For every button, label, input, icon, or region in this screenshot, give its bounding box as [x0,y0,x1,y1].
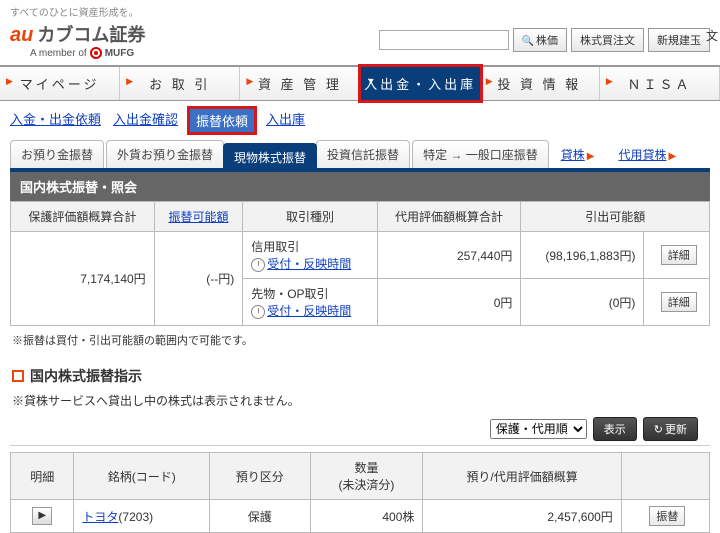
price-button[interactable]: 株価 [513,28,567,52]
stock-link[interactable]: トヨタ [82,510,118,524]
note-2: ※貸株サービスへ貸出し中の株式は表示されません。 [0,388,720,413]
cell-shinyou: 信用取引 受付・反映時間 [243,232,378,279]
tab-trade[interactable]: お 取 引 [120,67,240,100]
th-hikidashi: 引出可能額 [521,202,710,232]
cell-qty: 400株 [310,500,423,533]
transfer-button[interactable]: 振替 [649,506,685,526]
th2-azukari: 預り区分 [210,453,311,500]
tab-lending[interactable]: 貸株▶ [551,141,607,168]
section-title-1: 国内株式振替・照会 [10,172,710,201]
logo-au: au [10,24,33,47]
th-daiyou: 代用評価額概算合計 [377,202,521,232]
th-type: 取引種別 [243,202,378,232]
refresh-button[interactable]: 更新 [643,417,698,441]
cell-hikidashi-2: (0円) [521,279,644,326]
square-icon [12,370,24,382]
subnav-confirm[interactable]: 入出金確認 [113,109,178,132]
tab-nisa[interactable]: ＮＩＳＡ [600,67,720,100]
detail-button-1[interactable]: 詳細 [661,245,697,265]
instructions-table: 明細 銘柄(コード) 預り区分 数量(未決済分) 預り/代用評価額概算 ▶ トヨ… [10,452,710,533]
logo-brand: カブコム証券 [37,21,145,47]
main-nav: マイページ お 取 引 資 産 管 理 入出金・入出庫 投 資 情 報 ＮＩＳＡ [0,67,720,101]
mufg-icon [90,47,102,59]
new-position-button[interactable]: 新規建玉 [648,28,710,52]
trail-char: 文 [706,27,718,44]
cell-val: 2,457,600円 [423,500,621,533]
cell-azukari: 保護 [210,500,311,533]
cell-kanou: (--円) [154,232,243,326]
tab-specific[interactable]: 特定 → 一般口座振替 [412,140,549,168]
cell-stock: トヨタ(7203) [74,500,210,533]
sort-select[interactable]: 保護・代用順 [490,419,587,439]
clock-icon [251,258,265,272]
inner-tabs: お預り金振替 外貨お預り金振替 現物株式振替 投資信託振替 特定 → 一般口座振… [0,140,720,168]
th-kanou: 振替可能額 [154,202,243,232]
cell-sakimono: 先物・OP取引 受付・反映時間 [243,279,378,326]
logo-member: A member of MUFG [10,47,145,59]
chevron-right-icon: ▶ [666,151,678,162]
tab-spot-stock[interactable]: 現物株式振替 [223,143,317,171]
logo: au カブコム証券 A member of MUFG [10,21,145,59]
show-button[interactable]: 表示 [593,417,637,441]
link-time-2[interactable]: 受付・反映時間 [267,304,351,318]
subnav-transfer[interactable]: 振替依頼 [187,106,257,135]
note-1: ※振替は買付・引出可能額の範囲内で可能です。 [0,326,720,354]
summary-table: 保護評価額概算合計 振替可能額 取引種別 代用評価額概算合計 引出可能額 7,1… [10,201,710,326]
cell-sakimono-val: 0円 [377,279,521,326]
subnav-inout[interactable]: 入出庫 [266,109,305,132]
expand-button[interactable]: ▶ [32,507,52,525]
section-title-2: 国内株式振替指示 [0,354,720,388]
header: au カブコム証券 A member of MUFG 株価 株式買注文 新規建玉… [0,19,720,67]
tab-assets[interactable]: 資 産 管 理 [240,67,360,100]
sub-nav: 入金・出金依頼 入出金確認 振替依頼 入出庫 [0,101,720,140]
th-hogo: 保護評価額概算合計 [11,202,155,232]
th2-stock: 銘柄(コード) [74,453,210,500]
clock-icon [251,305,265,319]
buy-order-button[interactable]: 株式買注文 [571,28,644,52]
tagline: すべてのひとに資産形成を。 [0,0,720,19]
link-time-1[interactable]: 受付・反映時間 [267,257,351,271]
detail-button-2[interactable]: 詳細 [661,292,697,312]
cell-hogo-total: 7,174,140円 [11,232,155,326]
subnav-deposit-request[interactable]: 入金・出金依頼 [10,109,101,132]
th2-val: 預り/代用評価額概算 [423,453,621,500]
tab-mypage[interactable]: マイページ [0,67,120,100]
controls: 保護・代用順 表示 更新 [10,413,710,446]
th2-qty: 数量(未決済分) [310,453,423,500]
th2-detail: 明細 [11,453,74,500]
search-input[interactable] [379,30,509,50]
table-row: ▶ トヨタ(7203) 保護 400株 2,457,600円 振替 [11,500,710,533]
search-area: 株価 株式買注文 新規建玉 [379,28,710,52]
chevron-right-icon: ▶ [585,151,597,162]
tab-fund[interactable]: 投資信託振替 [316,140,410,168]
tab-fx-cash[interactable]: 外貨お預り金振替 [106,140,224,168]
tab-cash[interactable]: お預り金振替 [10,140,104,168]
cell-daiyou-val: 257,440円 [377,232,521,279]
tab-deposit[interactable]: 入出金・入出庫 [358,64,483,103]
tab-info[interactable]: 投 資 情 報 [480,67,600,100]
cell-hikidashi-1: (98,196,1,883円) [521,232,644,279]
tab-sub-lending[interactable]: 代用貸株▶ [608,141,688,168]
